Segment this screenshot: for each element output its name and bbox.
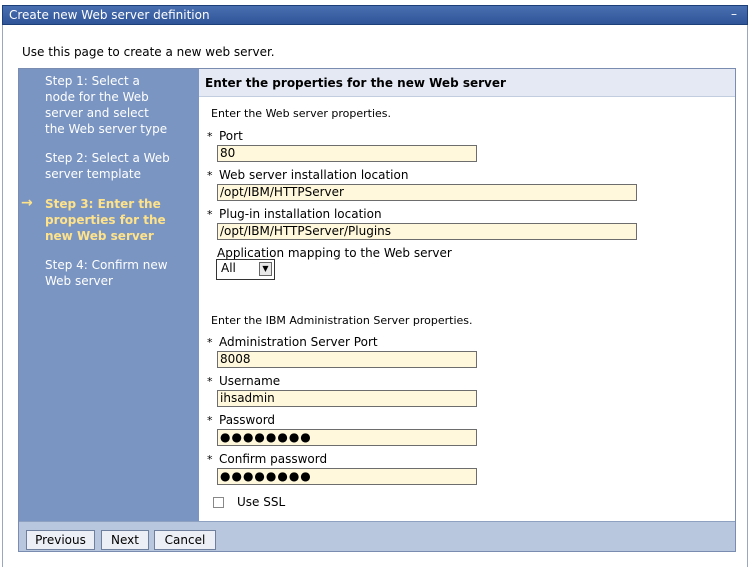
admin-section-label: Enter the IBM Administration Server prop… [211,314,473,327]
required-marker: * [207,130,213,143]
install-location-label: * Web server installation location [207,168,409,182]
arrow-right-icon: → [21,195,33,211]
plugin-location-label: * Plug-in installation location [207,207,382,221]
plugin-location-input[interactable]: /opt/IBM/HTTPServer/Plugins [217,223,637,240]
step-4: Step 4: Confirm new Web server [45,258,168,288]
minimize-icon[interactable]: – [731,8,741,20]
app-mapping-value: All [221,261,236,275]
app-mapping-label: Application mapping to the Web server [217,246,452,260]
app-mapping-select[interactable]: All ▼ [216,259,275,280]
chevron-down-icon[interactable]: ▼ [259,262,272,276]
admin-port-input[interactable]: 8008 [217,351,477,368]
wizard-panel: Step 1: Select a node for the Web server… [18,68,736,552]
required-marker: * [207,336,213,349]
cancel-button[interactable]: Cancel [154,530,216,550]
next-button[interactable]: Next [101,530,149,550]
steps-panel: Step 1: Select a node for the Web server… [19,69,199,521]
required-marker: * [207,414,213,427]
properties-form: Enter the properties for the new Web ser… [199,69,735,521]
required-marker: * [207,453,213,466]
port-input[interactable]: 80 [217,145,477,162]
step-3-current: Step 3: Enter the properties for the new… [45,197,166,243]
use-ssl-checkbox[interactable] [213,497,224,508]
confirm-password-label: * Confirm password [207,452,328,466]
admin-port-label: * Administration Server Port [207,335,378,349]
window-title: Create new Web server definition [9,8,210,22]
window-title-bar: Create new Web server definition – [2,5,748,25]
port-label: * Port [207,129,243,143]
required-marker: * [207,208,213,221]
form-header: Enter the properties for the new Web ser… [199,69,735,97]
required-marker: * [207,169,213,182]
use-ssl-label: Use SSL [237,495,286,509]
step-2: Step 2: Select a Web server template [45,151,170,181]
required-marker: * [207,375,213,388]
web-server-section-label: Enter the Web server properties. [211,107,391,120]
step-1: Step 1: Select a node for the Web server… [45,74,168,136]
confirm-password-input[interactable]: ●●●●●●●● [217,468,477,485]
install-location-input[interactable]: /opt/IBM/HTTPServer [217,184,637,201]
username-label: * Username [207,374,281,388]
intro-text: Use this page to create a new web server… [22,45,275,59]
username-input[interactable]: ihsadmin [217,390,477,407]
previous-button[interactable]: Previous [26,530,95,550]
button-bar: Previous Next Cancel [19,521,735,551]
password-label: * Password [207,413,276,427]
password-input[interactable]: ●●●●●●●● [217,429,477,446]
